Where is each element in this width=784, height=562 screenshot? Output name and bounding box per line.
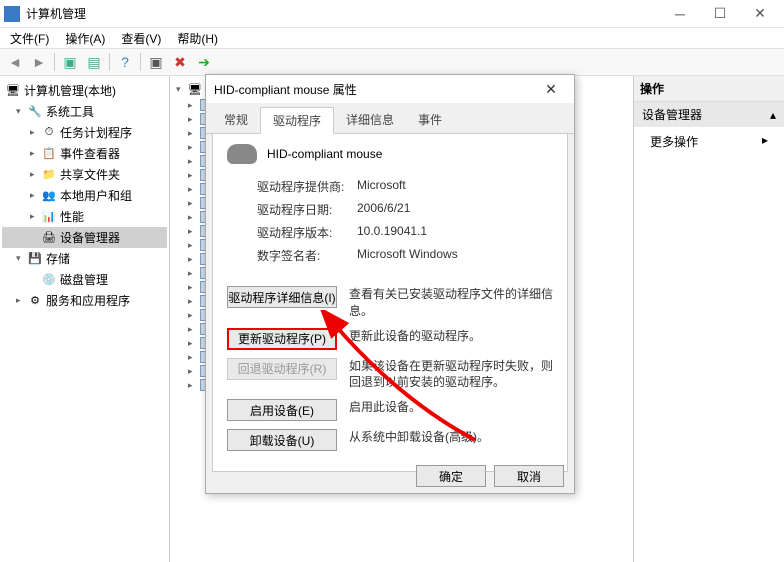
dialog-tabs: 常规 驱动程序 详细信息 事件 <box>206 103 574 134</box>
tree-device-manager[interactable]: 🖨设备管理器 <box>2 227 167 248</box>
actions-context[interactable]: 设备管理器▴ <box>634 102 784 127</box>
tree-local-users[interactable]: ▸👥本地用户和组 <box>2 185 167 206</box>
signer-value: Microsoft Windows <box>357 247 458 264</box>
menubar: 文件(F) 操作(A) 查看(V) 帮助(H) <box>0 28 784 48</box>
driver-details-button[interactable]: 驱动程序详细信息(I) <box>227 286 337 308</box>
dialog-body: HID-compliant mouse 驱动程序提供商:Microsoft 驱动… <box>212 134 568 472</box>
rollback-driver-button: 回退驱动程序(R) <box>227 358 337 380</box>
actions-more[interactable]: 更多操作▸ <box>634 127 784 156</box>
version-value: 10.0.19041.1 <box>357 224 427 241</box>
forward-button[interactable]: ► <box>28 51 50 73</box>
date-label: 驱动程序日期: <box>257 201 357 218</box>
rollback-driver-desc: 如果该设备在更新驱动程序时失败，则回退到以前安装的驱动程序。 <box>349 358 553 392</box>
minimize-button[interactable]: ─ <box>660 0 700 28</box>
device-name: HID-compliant mouse <box>267 147 382 161</box>
tree-services[interactable]: ▸⚙服务和应用程序 <box>2 290 167 311</box>
dialog-close-button[interactable]: ✕ <box>536 81 566 98</box>
chevron-up-icon: ▴ <box>770 108 776 122</box>
titlebar: 计算机管理 ─ ☐ ✕ <box>0 0 784 28</box>
properties-dialog: HID-compliant mouse 属性 ✕ 常规 驱动程序 详细信息 事件… <box>205 74 575 494</box>
back-button[interactable]: ◄ <box>4 51 26 73</box>
provider-label: 驱动程序提供商: <box>257 178 357 195</box>
tab-events[interactable]: 事件 <box>406 107 454 133</box>
tree-shared-folders[interactable]: ▸📁共享文件夹 <box>2 164 167 185</box>
cancel-button[interactable]: 取消 <box>494 465 564 487</box>
toolbar: ◄ ► ▣ ▤ ? ▣ ✖ ➔ <box>0 48 784 76</box>
mouse-icon <box>227 144 257 164</box>
dialog-titlebar: HID-compliant mouse 属性 ✕ <box>206 75 574 103</box>
enable-device-desc: 启用此设备。 <box>349 399 553 416</box>
menu-view[interactable]: 查看(V) <box>117 28 165 49</box>
properties-button[interactable]: ▤ <box>83 51 105 73</box>
action-button[interactable]: ➔ <box>193 51 215 73</box>
tab-general[interactable]: 常规 <box>212 107 260 133</box>
tree-system-tools[interactable]: ▾🔧系统工具 <box>2 101 167 122</box>
enable-device-button[interactable]: 启用设备(E) <box>227 399 337 421</box>
update-driver-desc: 更新此设备的驱动程序。 <box>349 328 553 345</box>
uninstall-device-desc: 从系统中卸载设备(高级)。 <box>349 429 553 446</box>
scan-button[interactable]: ▣ <box>145 51 167 73</box>
version-label: 驱动程序版本: <box>257 224 357 241</box>
tree-task-scheduler[interactable]: ▸⏱任务计划程序 <box>2 122 167 143</box>
update-driver-button[interactable]: 更新驱动程序(P) <box>227 328 337 350</box>
help-button[interactable]: ? <box>114 51 136 73</box>
tab-details[interactable]: 详细信息 <box>334 107 406 133</box>
signer-label: 数字签名者: <box>257 247 357 264</box>
dialog-title: HID-compliant mouse 属性 <box>214 81 357 98</box>
up-button[interactable]: ▣ <box>59 51 81 73</box>
chevron-right-icon: ▸ <box>762 133 768 147</box>
uninstall-device-button[interactable]: 卸载设备(U) <box>227 429 337 451</box>
tree-storage[interactable]: ▾💾存储 <box>2 248 167 269</box>
menu-action[interactable]: 操作(A) <box>61 28 109 49</box>
ok-button[interactable]: 确定 <box>416 465 486 487</box>
app-icon <box>4 6 20 22</box>
window-title: 计算机管理 <box>26 5 660 22</box>
tree-pane: 🖥计算机管理(本地) ▾🔧系统工具 ▸⏱任务计划程序 ▸📋事件查看器 ▸📁共享文… <box>0 76 170 562</box>
tree-disk-mgmt[interactable]: 💿磁盘管理 <box>2 269 167 290</box>
tree-event-viewer[interactable]: ▸📋事件查看器 <box>2 143 167 164</box>
close-button[interactable]: ✕ <box>740 0 780 28</box>
actions-header: 操作 <box>634 76 784 102</box>
tree-root[interactable]: 🖥计算机管理(本地) <box>2 80 167 101</box>
menu-file[interactable]: 文件(F) <box>6 28 53 49</box>
tab-driver[interactable]: 驱动程序 <box>260 107 334 134</box>
date-value: 2006/6/21 <box>357 201 410 218</box>
maximize-button[interactable]: ☐ <box>700 0 740 28</box>
provider-value: Microsoft <box>357 178 406 195</box>
driver-details-desc: 查看有关已安装驱动程序文件的详细信息。 <box>349 286 553 320</box>
tree-performance[interactable]: ▸📊性能 <box>2 206 167 227</box>
menu-help[interactable]: 帮助(H) <box>173 28 222 49</box>
refresh-button[interactable]: ✖ <box>169 51 191 73</box>
actions-pane: 操作 设备管理器▴ 更多操作▸ <box>634 76 784 562</box>
